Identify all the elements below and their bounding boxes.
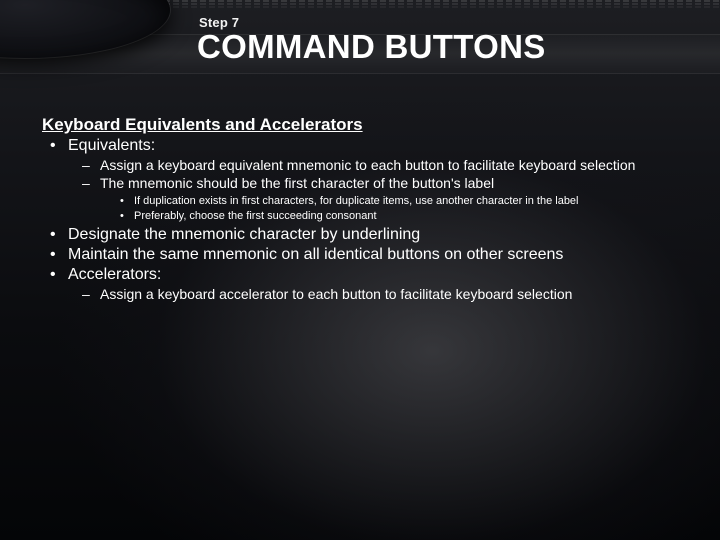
list-item-text: Equivalents: (68, 137, 155, 154)
bullet-list: Equivalents: Assign a keyboard equivalen… (42, 137, 682, 303)
list-item-text: Accelerators: (68, 266, 161, 283)
list-item-text: Designate the mnemonic character by unde… (68, 226, 420, 243)
list-item-text: Maintain the same mnemonic on all identi… (68, 246, 563, 263)
sub-list: Assign a keyboard equivalent mnemonic to… (68, 157, 682, 224)
list-item-text: If duplication exists in first character… (134, 195, 579, 207)
content-area: Keyboard Equivalents and Accelerators Eq… (42, 115, 682, 305)
section-heading: Keyboard Equivalents and Accelerators (42, 115, 682, 135)
list-item-text: Preferably, choose the first succeeding … (134, 210, 377, 222)
sub-sub-list: If duplication exists in first character… (100, 194, 682, 224)
list-item: If duplication exists in first character… (120, 194, 682, 208)
list-item: Equivalents: Assign a keyboard equivalen… (48, 137, 682, 224)
list-item-text: Assign a keyboard accelerator to each bu… (100, 286, 572, 302)
list-item: Assign a keyboard equivalent mnemonic to… (80, 157, 682, 174)
list-item: Assign a keyboard accelerator to each bu… (80, 286, 682, 303)
sub-list: Assign a keyboard accelerator to each bu… (68, 286, 682, 303)
slide-title: COMMAND BUTTONS (197, 28, 546, 66)
list-item: Preferably, choose the first succeeding … (120, 209, 682, 223)
list-item: The mnemonic should be the first charact… (80, 175, 682, 224)
list-item-text: Assign a keyboard equivalent mnemonic to… (100, 157, 635, 173)
list-item: Designate the mnemonic character by unde… (48, 226, 682, 244)
list-item: Maintain the same mnemonic on all identi… (48, 246, 682, 264)
list-item-text: The mnemonic should be the first charact… (100, 175, 494, 191)
slide: Step 7 COMMAND BUTTONS Keyboard Equivale… (0, 0, 720, 540)
list-item: Accelerators: Assign a keyboard accelera… (48, 266, 682, 303)
